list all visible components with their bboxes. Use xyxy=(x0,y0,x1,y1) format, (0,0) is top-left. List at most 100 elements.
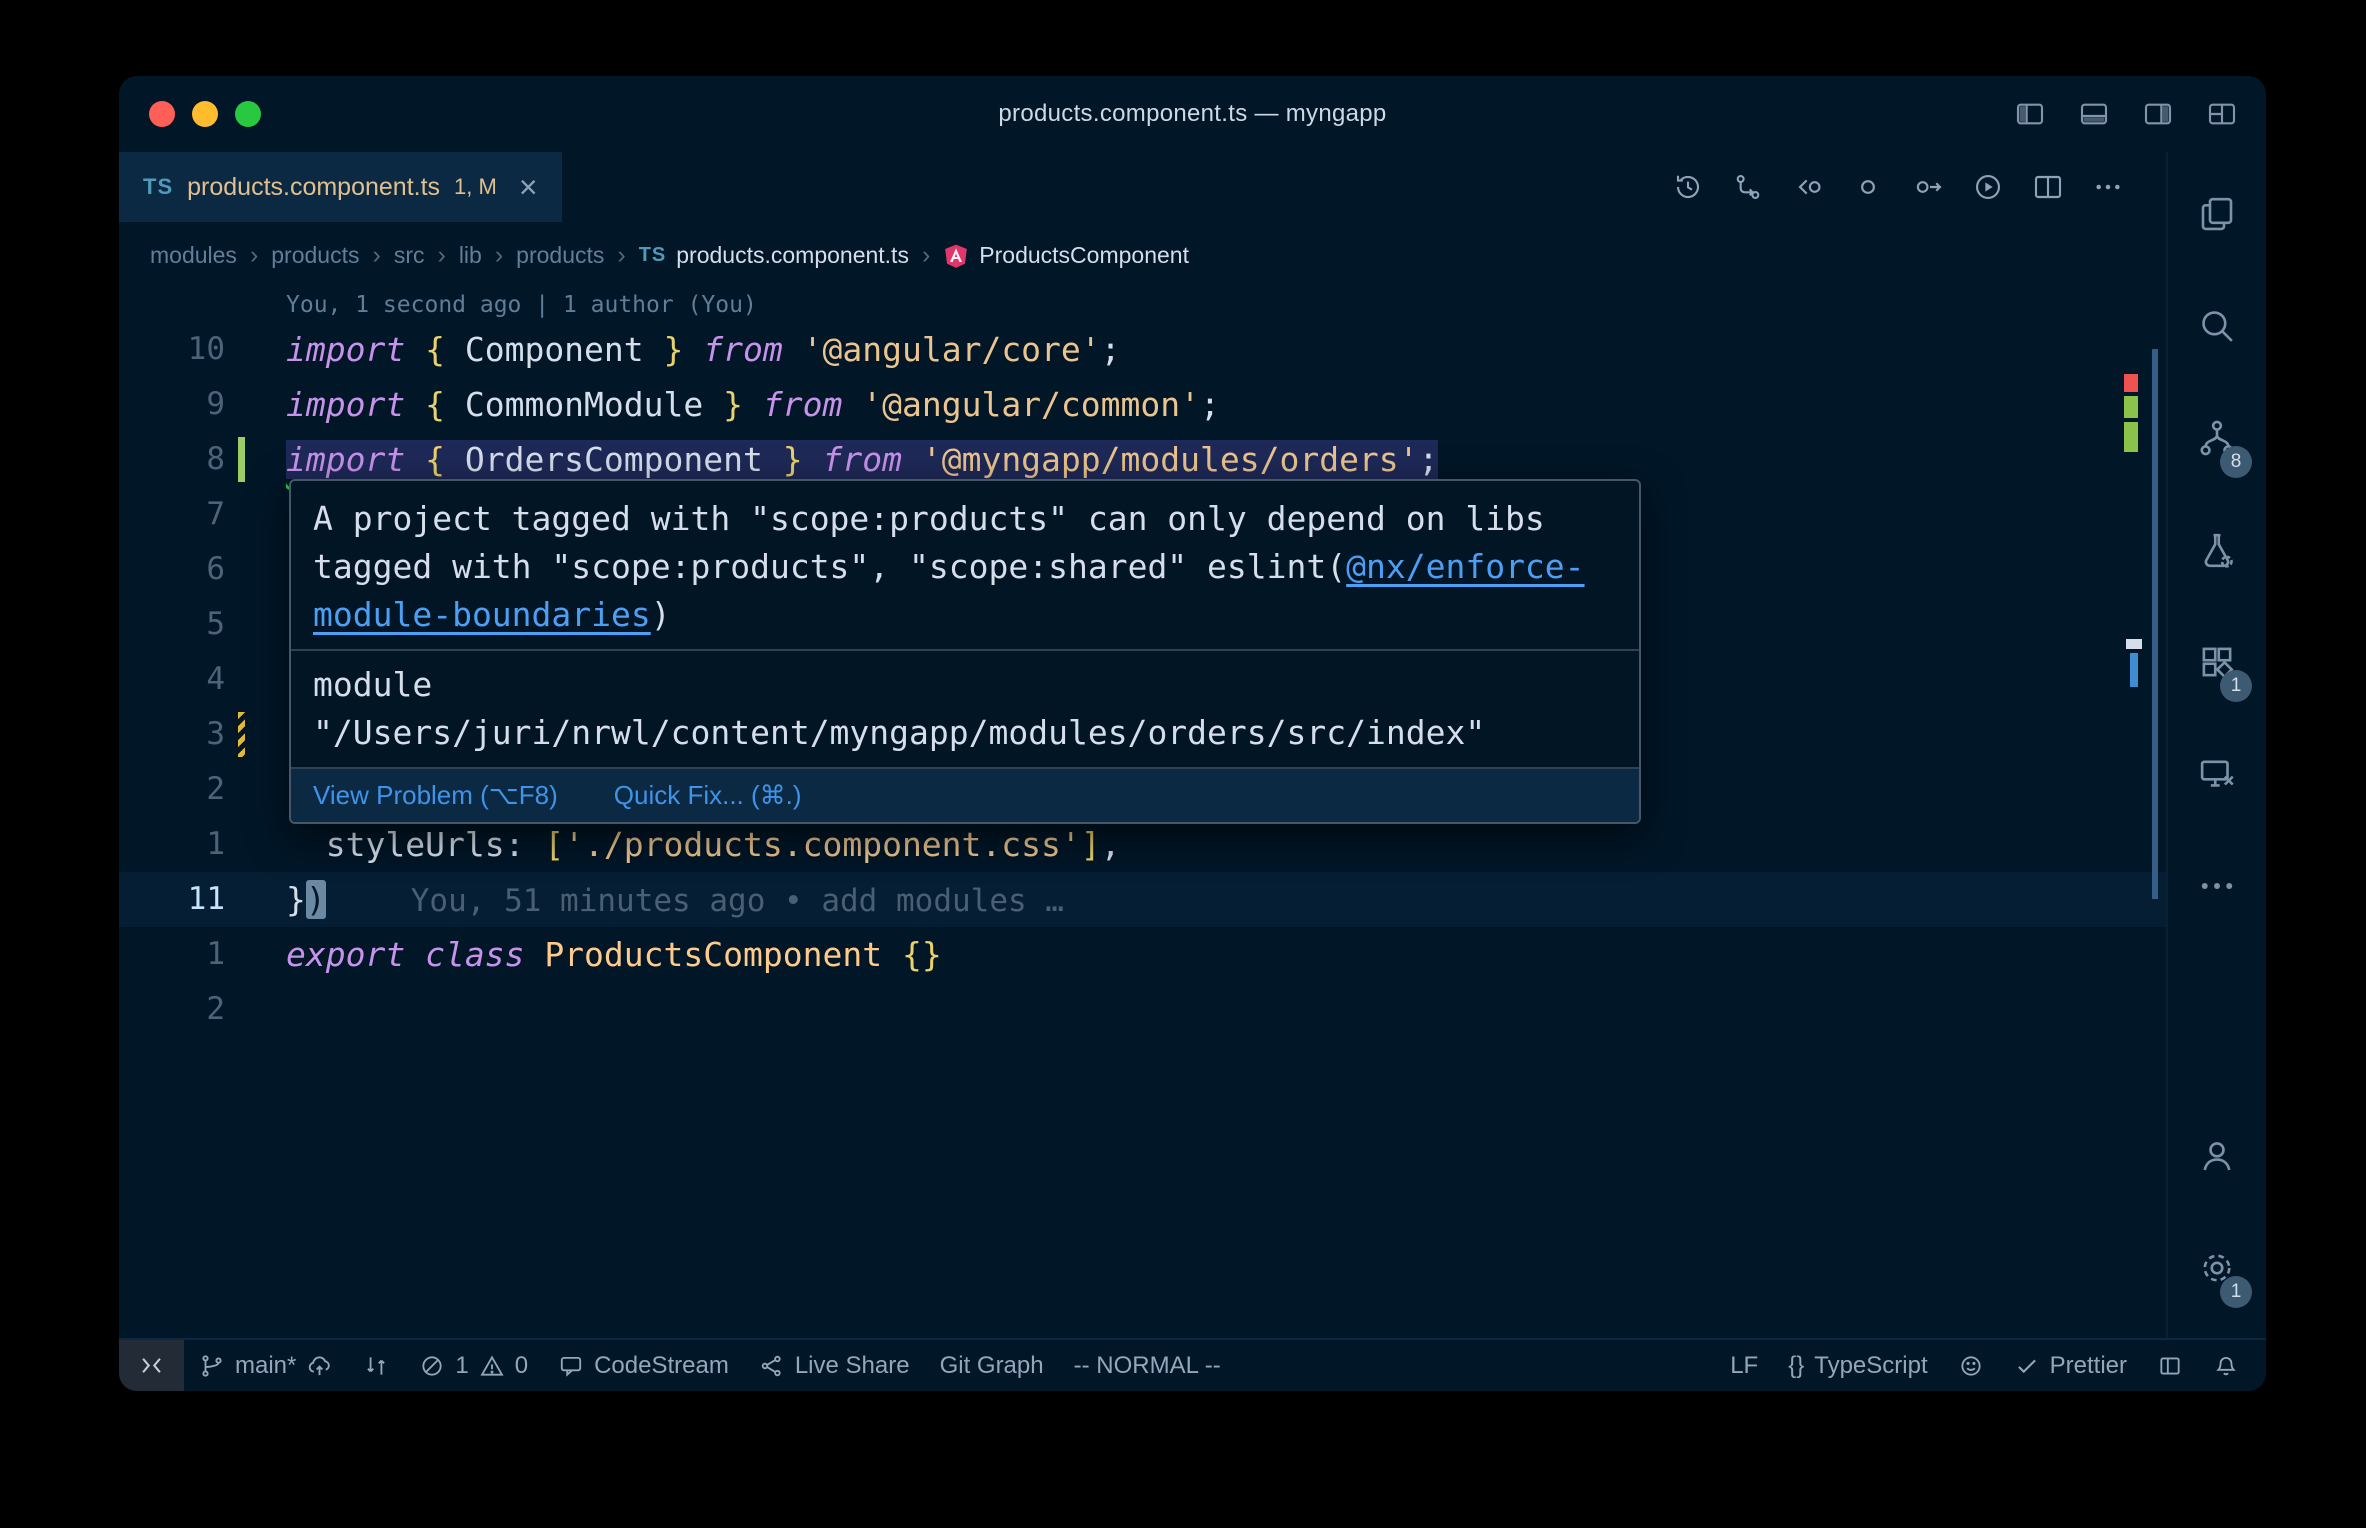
close-window-button[interactable] xyxy=(149,101,175,127)
line-number: 7 xyxy=(206,496,225,532)
live-share-item[interactable]: Live Share xyxy=(744,1340,925,1391)
editor-column: TS products.component.ts 1, M × modules … xyxy=(119,152,2166,1338)
language-mode-item[interactable]: {} TypeScript xyxy=(1773,1340,1942,1391)
breadcrumb-item-file[interactable]: TS products.component.ts xyxy=(639,242,909,269)
git-graph-item[interactable]: Git Graph xyxy=(925,1340,1059,1391)
breadcrumb-item-modules[interactable]: modules xyxy=(150,242,237,269)
tab-close-icon[interactable]: × xyxy=(519,171,538,203)
code-line[interactable]: 9 import { CommonModule } from '@angular/… xyxy=(119,377,2166,432)
gutter: 3 xyxy=(119,707,286,762)
settings-badge: 1 xyxy=(2220,1276,2252,1308)
codelens-authors[interactable]: You, 1 second ago | 1 author (You) xyxy=(119,289,2166,322)
code-line[interactable]: 2 xyxy=(119,982,2166,1037)
open-changes-icon[interactable] xyxy=(1732,171,1764,203)
status-left: main* 1 0 CodeStream Live Share Git Grap… xyxy=(119,1340,1236,1391)
gutter: 9 xyxy=(119,377,286,432)
eol-label: LF xyxy=(1730,1351,1759,1379)
git-branch-item[interactable]: main* xyxy=(184,1340,348,1391)
remote-monitor-icon xyxy=(2196,753,2238,795)
toggle-primary-sidebar-icon[interactable] xyxy=(2014,98,2046,130)
split-editor-icon[interactable] xyxy=(2032,171,2064,203)
body-row: TS products.component.ts 1, M × modules … xyxy=(119,152,2266,1338)
breadcrumb-file-label: products.component.ts xyxy=(676,242,909,268)
customize-layout-icon[interactable] xyxy=(2206,98,2238,130)
code-editor[interactable]: You, 1 second ago | 1 author (You) 10 imp… xyxy=(119,289,2166,1338)
eol-item[interactable]: LF xyxy=(1715,1340,1773,1391)
codestream-label: CodeStream xyxy=(594,1351,729,1379)
sidebar-item-more-views[interactable] xyxy=(2168,830,2266,942)
warnings-count: 0 xyxy=(514,1351,529,1379)
timeline-history-icon[interactable] xyxy=(1672,171,1704,203)
settings-button[interactable]: 1 xyxy=(2168,1212,2266,1324)
accounts-button[interactable] xyxy=(2168,1100,2266,1212)
titlebar: products.component.ts — myngapp xyxy=(119,76,2266,152)
sidebar-item-remote-explorer[interactable] xyxy=(2168,718,2266,830)
sidebar-item-extensions[interactable]: 1 xyxy=(2168,606,2266,718)
tab-products-component[interactable]: TS products.component.ts 1, M × xyxy=(119,152,562,222)
next-change-icon[interactable] xyxy=(1912,171,1944,203)
extensions-badge: 1 xyxy=(2220,670,2252,702)
account-person-icon xyxy=(2196,1135,2238,1177)
compare-previous-icon[interactable] xyxy=(1792,171,1824,203)
breadcrumb-item-products[interactable]: products xyxy=(271,242,359,269)
code-line[interactable]: 1 export class ProductsComponent {} xyxy=(119,927,2166,982)
codestream-item[interactable]: CodeStream xyxy=(543,1340,744,1391)
vim-mode-label: -- NORMAL -- xyxy=(1073,1351,1221,1379)
hover-actions: View Problem (⌥F8) Quick Fix... (⌘.) xyxy=(291,767,1639,822)
run-file-icon[interactable] xyxy=(1972,171,2004,203)
editor-more-actions-icon[interactable] xyxy=(2092,171,2124,203)
eslint-rule-link[interactable]: @nx/enforce- xyxy=(1346,547,1584,586)
breadcrumb-item-symbol[interactable]: ProductsComponent xyxy=(943,242,1189,269)
line-content: import { CommonModule } from '@angular/c… xyxy=(286,385,1220,424)
feedback-item[interactable] xyxy=(1943,1340,1999,1391)
status-misc-icon xyxy=(2157,1353,2183,1379)
breadcrumb-separator: › xyxy=(437,241,446,269)
sidebar-item-search[interactable] xyxy=(2168,270,2266,382)
minimize-window-button[interactable] xyxy=(192,101,218,127)
prev-change-icon[interactable] xyxy=(1852,171,1884,203)
code-line[interactable]: 10 import { Component } from '@angular/co… xyxy=(119,322,2166,377)
remote-indicator[interactable] xyxy=(119,1340,184,1391)
explorer-copy-icon xyxy=(2196,193,2238,235)
gutter: 11 xyxy=(119,872,286,927)
editor-actions xyxy=(1672,152,2166,222)
toggle-secondary-sidebar-icon[interactable] xyxy=(2142,98,2174,130)
test-beaker-icon xyxy=(2196,529,2238,571)
prettier-item[interactable]: Prettier xyxy=(1999,1340,2142,1391)
vim-mode-item[interactable]: -- NORMAL -- xyxy=(1059,1340,1236,1391)
code-line[interactable]: 1 styleUrls: ['./products.component.css'… xyxy=(119,817,2166,872)
toggle-panel-icon[interactable] xyxy=(2078,98,2110,130)
angular-component-icon xyxy=(943,243,969,269)
view-problem-link[interactable]: View Problem (⌥F8) xyxy=(313,780,558,811)
code-line[interactable]: 11}) You, 51 minutes ago • add modules … xyxy=(119,872,2166,927)
breadcrumb-item-src[interactable]: src xyxy=(394,242,425,269)
source-control-badge: 8 xyxy=(2220,446,2252,478)
eslint-rule-link[interactable]: module-boundaries xyxy=(313,595,651,634)
misc-status-item[interactable] xyxy=(2142,1340,2198,1391)
codestream-bubble-icon xyxy=(558,1353,584,1379)
traffic-lights xyxy=(149,76,261,152)
gutter-added-marker xyxy=(238,437,245,482)
scrollbar-slider[interactable] xyxy=(2152,349,2158,899)
live-share-icon xyxy=(759,1353,785,1379)
notifications-item[interactable] xyxy=(2198,1340,2254,1391)
breadcrumb-item-lib[interactable]: lib xyxy=(459,242,482,269)
minimap-added-mark xyxy=(2124,422,2138,452)
typescript-file-icon: TS xyxy=(143,174,174,199)
sidebar-item-source-control[interactable]: 8 xyxy=(2168,382,2266,494)
sync-changes-item[interactable] xyxy=(348,1340,404,1391)
problems-item[interactable]: 1 0 xyxy=(404,1340,543,1391)
tab-decoration: 1, M xyxy=(454,174,497,199)
quick-fix-link[interactable]: Quick Fix... (⌘.) xyxy=(614,780,802,811)
layout-controls xyxy=(2014,76,2238,152)
breadcrumb-item-products-2[interactable]: products xyxy=(516,242,604,269)
braces-icon: {} xyxy=(1788,1351,1805,1379)
breadcrumb-separator: › xyxy=(921,241,931,269)
activity-bar: 8 1 1 xyxy=(2166,152,2266,1338)
sidebar-item-testing[interactable] xyxy=(2168,494,2266,606)
sidebar-item-explorer[interactable] xyxy=(2168,158,2266,270)
minimap[interactable] xyxy=(2122,289,2158,1338)
zoom-window-button[interactable] xyxy=(235,101,261,127)
minimap-added-mark xyxy=(2124,396,2138,418)
status-right: LF {} TypeScript Prettier xyxy=(1715,1340,2266,1391)
